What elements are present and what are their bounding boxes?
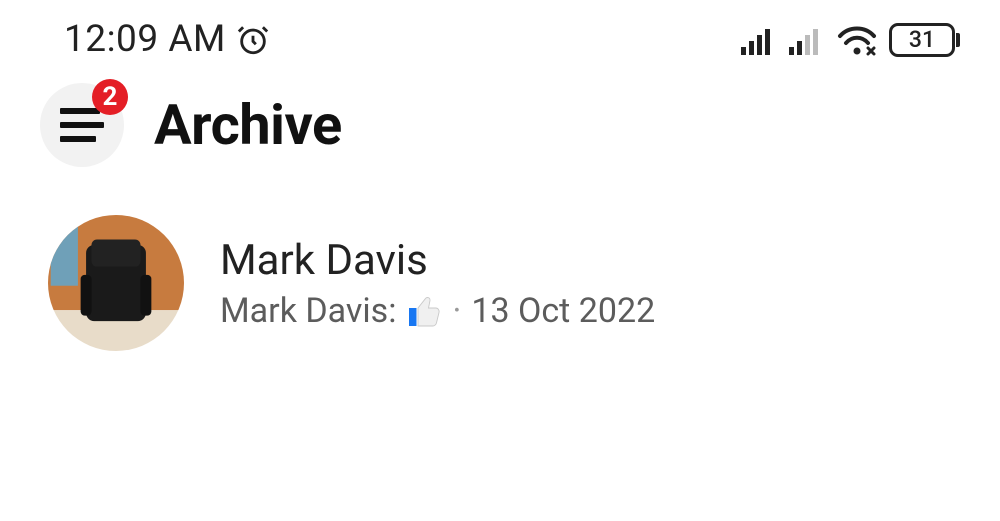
status-left: 12:09 AM [64,18,270,61]
signal-2-icon [789,25,825,55]
item-name: Mark Davis [220,236,655,285]
notification-badge: 2 [92,79,128,115]
status-bar: 12:09 AM [0,0,1000,71]
status-right: 31 [741,23,960,57]
archive-item[interactable]: Mark Davis Mark Davis: · 13 Oct 2022 [0,167,1000,351]
alarm-icon [236,23,270,57]
avatar [48,215,184,351]
status-time: 12:09 AM [64,18,226,61]
battery-icon: 31 [889,23,960,57]
item-text: Mark Davis Mark Davis: · 13 Oct 2022 [220,236,655,331]
page-title: Archive [154,92,342,158]
wifi-icon [837,24,877,56]
hamburger-icon [60,108,104,142]
thumbs-up-icon [406,293,442,329]
item-date: 13 Oct 2022 [471,291,655,331]
item-sub-prefix: Mark Davis: [220,291,396,331]
separator: · [452,291,461,331]
signal-1-icon [741,25,777,55]
header: 2 Archive [0,71,1000,167]
battery-level: 31 [909,26,935,53]
item-subtitle: Mark Davis: · 13 Oct 2022 [220,291,655,331]
menu-button[interactable]: 2 [40,83,124,167]
